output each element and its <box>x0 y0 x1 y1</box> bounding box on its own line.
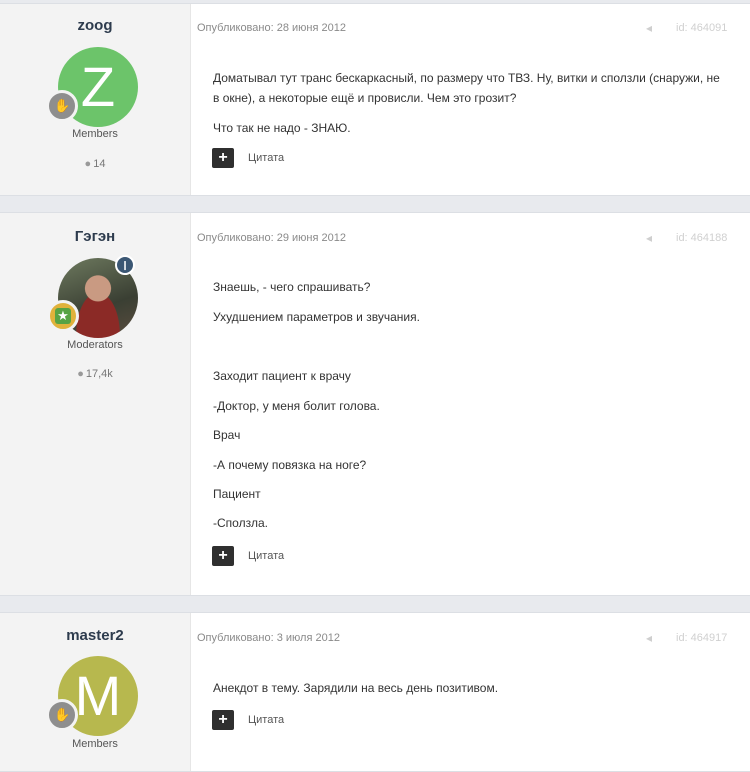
post-date[interactable]: Опубликовано: 3 июля 2012 <box>197 632 340 644</box>
quote-button[interactable]: Цитата <box>248 714 284 726</box>
share-icon[interactable]: ◂ <box>646 21 652 35</box>
author-panel: Гэгэн ❙ ★ Moderators ● 17,4k <box>0 213 191 595</box>
moderator-badge-icon: ❙ <box>115 255 135 275</box>
post-date[interactable]: Опубликовано: 29 июня 2012 <box>197 232 346 244</box>
post-count[interactable]: ● 14 <box>0 158 190 170</box>
comment-icon: ● <box>84 158 92 170</box>
post-id[interactable]: id: 464188 <box>676 232 727 244</box>
post-text-line: -Доктор, у меня болит голова. <box>213 399 380 413</box>
multiquote-plus-button[interactable]: + <box>212 148 234 168</box>
quote-button[interactable]: Цитата <box>248 152 284 164</box>
author-panel: master2 M ✋ Members <box>0 613 191 771</box>
comment-icon: ● <box>77 368 84 380</box>
author-name-link[interactable]: Гэгэн <box>0 228 190 245</box>
author-panel: zoog Z ✋ Members ● 14 <box>0 4 191 195</box>
post-text-line: Доматывал тут транс бескаркасный, по раз… <box>213 71 720 85</box>
rank-badge-icon: ✋ <box>46 90 78 122</box>
post-id[interactable]: id: 464917 <box>676 632 727 644</box>
post-text-line: Пациент <box>213 487 261 501</box>
post-text-line: -А почему повязка на ноге? <box>213 458 367 472</box>
avatar-letter: Z <box>80 55 116 118</box>
member-group: Moderators <box>67 339 123 351</box>
quote-button[interactable]: Цитата <box>248 550 284 562</box>
rank-hand-icon: ✋ <box>54 98 71 113</box>
share-icon[interactable]: ◂ <box>646 631 652 645</box>
author-name-link[interactable]: master2 <box>0 627 190 644</box>
post-text-line: Анекдот в тему. Зарядили на весь день по… <box>213 681 499 695</box>
multiquote-plus-button[interactable]: + <box>212 710 234 730</box>
author-name-link[interactable]: zoog <box>0 17 190 34</box>
post-text-line: Ухудшением параметров и звучания. <box>213 310 420 324</box>
rank-badge-icon: ★ <box>47 300 79 332</box>
share-icon[interactable]: ◂ <box>646 231 652 245</box>
multiquote-plus-button[interactable]: + <box>212 546 234 566</box>
rank-hand-icon: ✋ <box>54 707 71 722</box>
member-group: Members <box>72 128 118 140</box>
post-text-line: Врач <box>213 428 241 442</box>
post-3: master2 M ✋ Members Опубликовано: 3 июля… <box>0 612 750 772</box>
post-id[interactable]: id: 464091 <box>676 22 727 34</box>
post-1: zoog Z ✋ Members ● 14 Опубликовано: 28 ию… <box>0 3 750 196</box>
post-text-line: в окне), а некоторые ещё и провисли. Чем… <box>213 91 517 105</box>
rank-star-icon: ★ <box>55 308 71 324</box>
post-count-value: 17,4k <box>85 368 113 380</box>
avatar-letter: M <box>74 664 122 727</box>
rank-badge-icon: ✋ <box>46 699 78 731</box>
post-count-value: 14 <box>93 158 106 170</box>
post-date[interactable]: Опубликовано: 28 июня 2012 <box>197 22 346 34</box>
post-text-line: Заходит пациент к врачу <box>213 369 351 383</box>
post-count[interactable]: ● 17,4k <box>0 368 190 380</box>
post-text-line: Знаешь, - чего спрашивать? <box>213 280 371 294</box>
post-text-line: -Сползла. <box>213 516 268 530</box>
member-group: Members <box>72 738 118 750</box>
post-2: Гэгэн ❙ ★ Moderators ● 17,4k Опубликовано… <box>0 212 750 596</box>
post-text-line: Что так не надо - ЗНАЮ. <box>213 121 351 135</box>
